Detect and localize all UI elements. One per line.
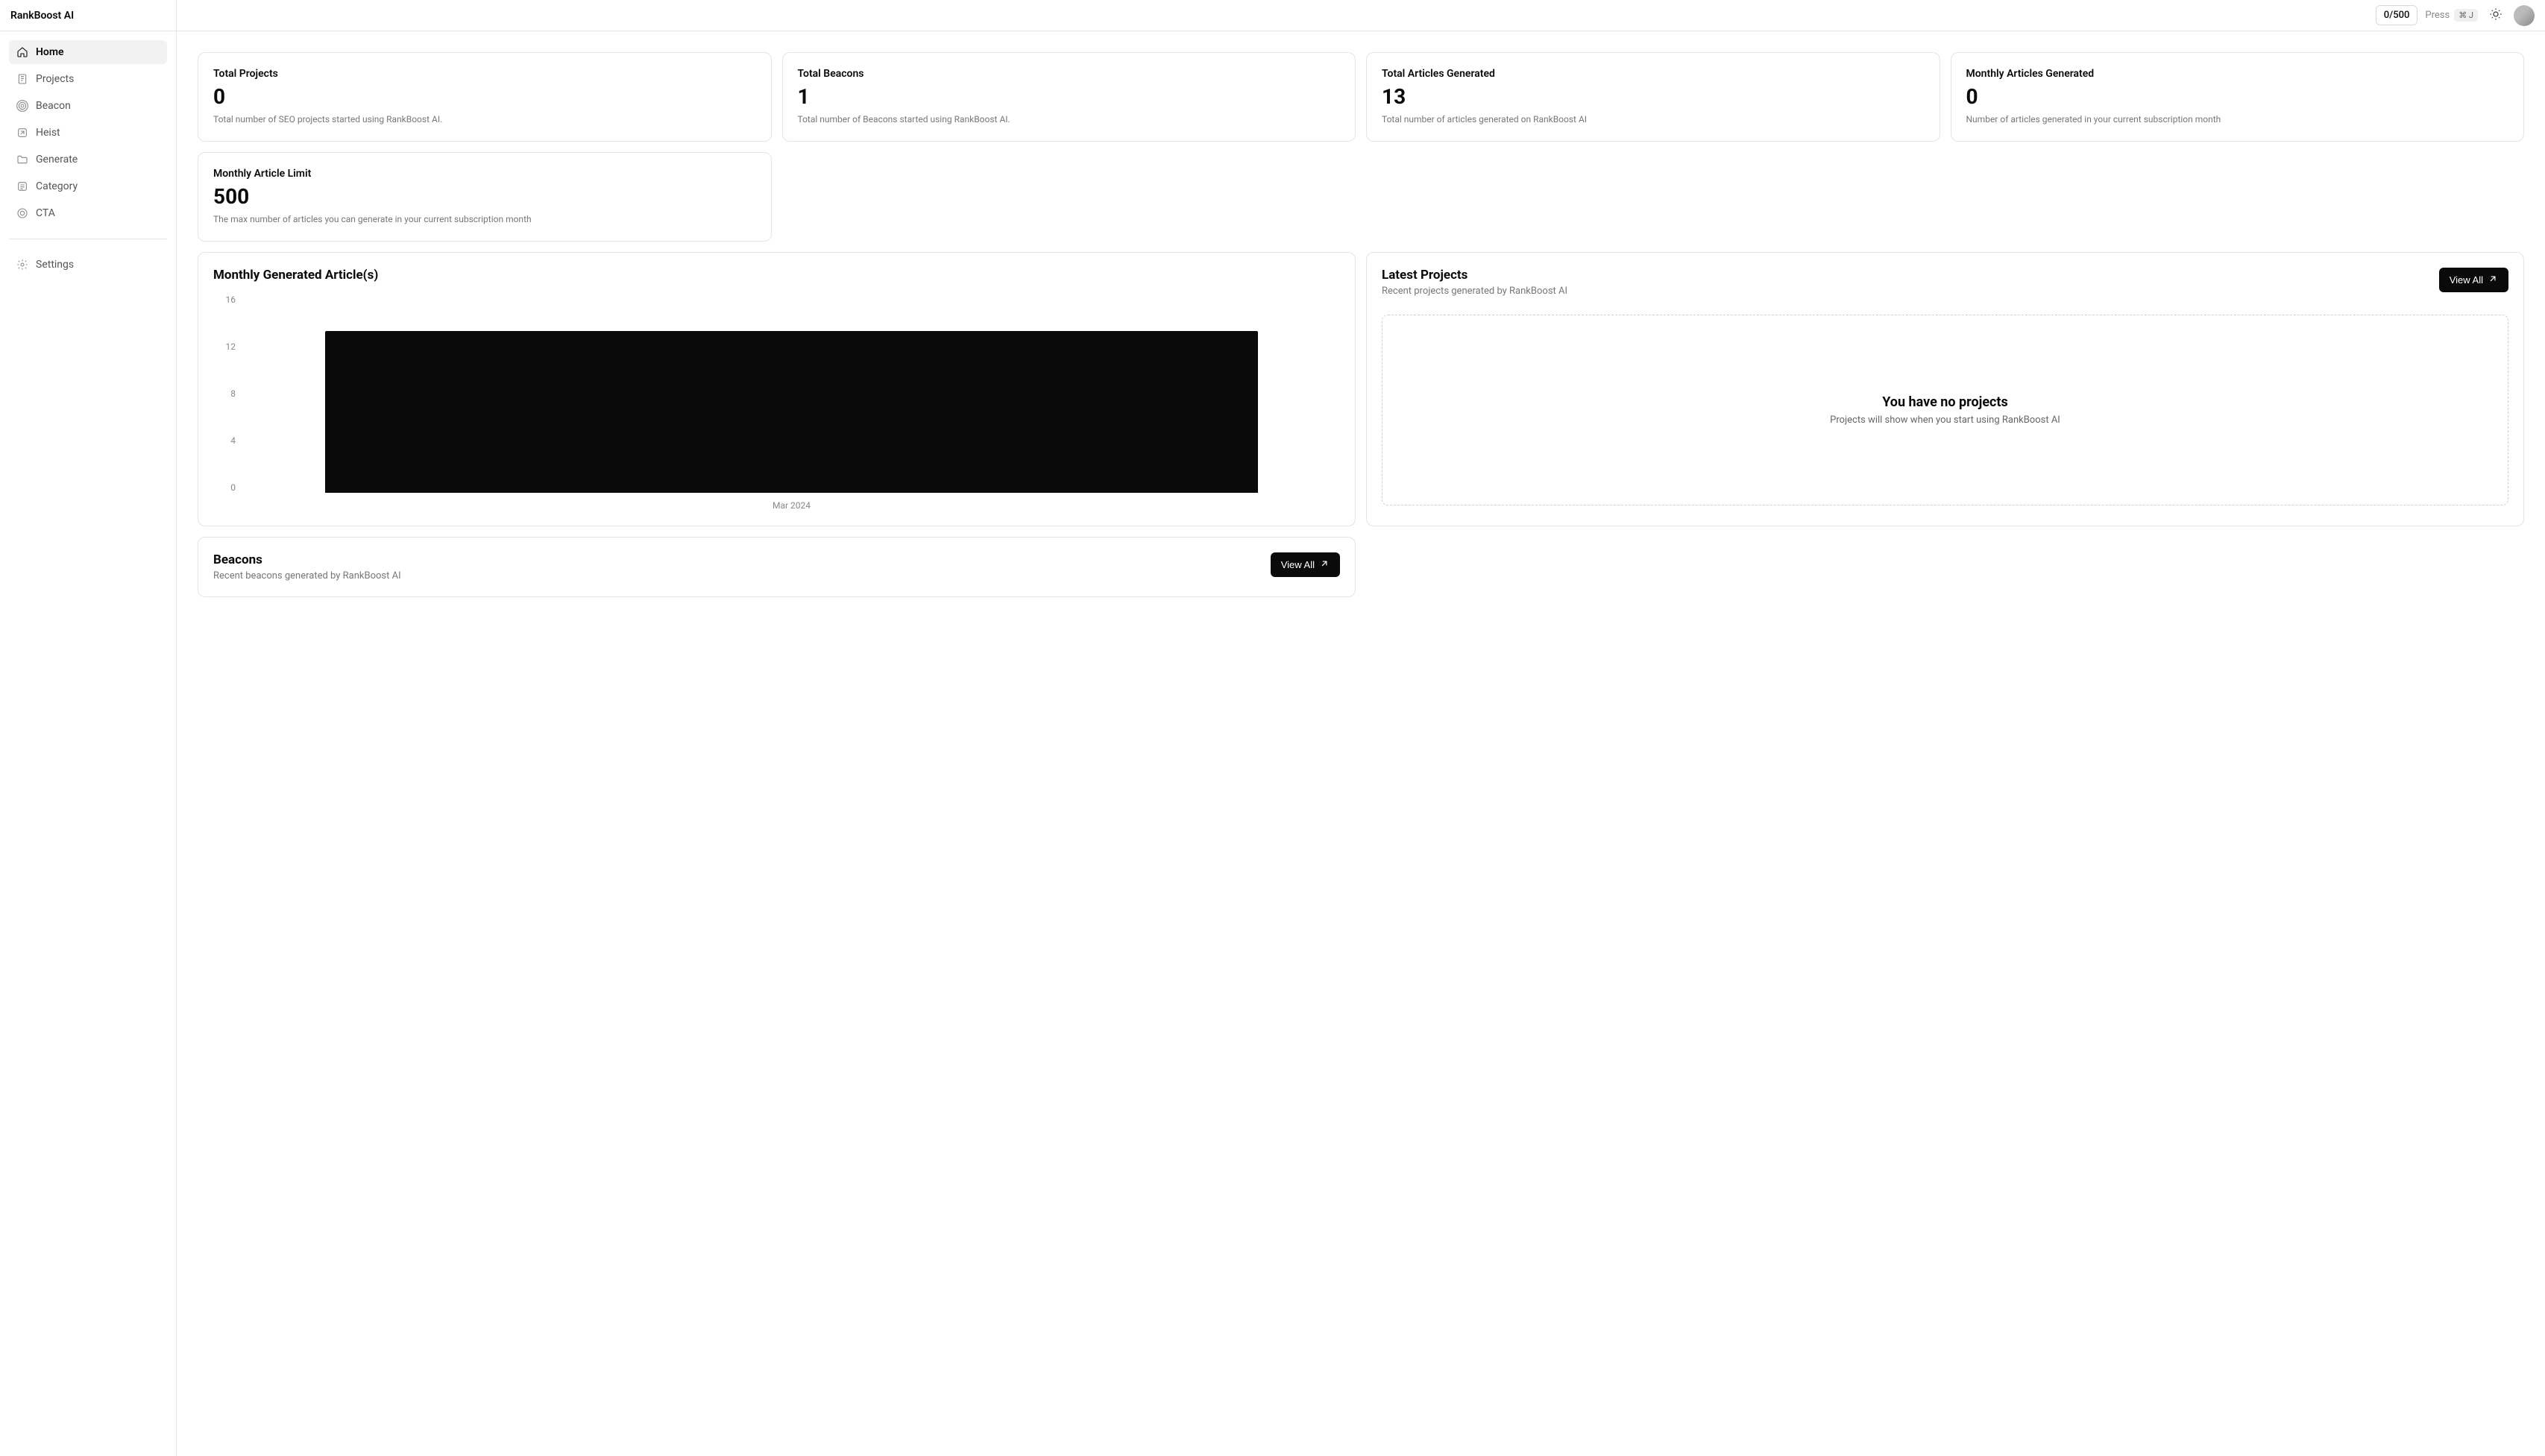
chart-xtick: Mar 2024 (773, 500, 811, 511)
view-all-beacons-button[interactable]: View All (1271, 552, 1340, 577)
category-icon (16, 180, 28, 192)
panel-header: Beacons Recent beacons generated by Rank… (213, 552, 1340, 582)
stat-desc: Total number of articles generated on Ra… (1382, 113, 1925, 126)
stat-value: 500 (213, 184, 756, 209)
settings-icon (16, 259, 28, 271)
chart-y-axis: 16 12 8 4 0 (213, 294, 236, 493)
stat-value: 0 (213, 84, 756, 109)
stat-value: 1 (798, 84, 1341, 109)
beacons-panel: Beacons Recent beacons generated by Rank… (198, 537, 1356, 597)
view-all-projects-button[interactable]: View All (2439, 268, 2508, 292)
avatar[interactable] (2514, 5, 2535, 26)
chart-panel: Monthly Generated Article(s) 16 12 8 4 0 (198, 252, 1356, 526)
main: 0/500 Press ⌘ J Total Projects 0 Total n… (177, 0, 2545, 1456)
chart-ytick: 8 (213, 388, 236, 399)
sidebar-item-label: Projects (36, 73, 74, 85)
heist-icon (16, 127, 28, 139)
latest-projects-subtitle: Recent projects generated by RankBoost A… (1382, 286, 1567, 297)
command-palette-hint[interactable]: Press ⌘ J (2425, 9, 2478, 22)
stat-card-total-articles: Total Articles Generated 13 Total number… (1366, 52, 1940, 142)
stat-value: 13 (1382, 84, 1925, 109)
beacons-subtitle: Recent beacons generated by RankBoost AI (213, 570, 401, 582)
stat-card-monthly-articles: Monthly Articles Generated 0 Number of a… (1951, 52, 2525, 142)
home-icon (16, 46, 28, 58)
sidebar-item-cta[interactable]: CTA (9, 201, 167, 225)
sidebar-item-label: Beacon (36, 100, 71, 112)
sidebar-item-home[interactable]: Home (9, 40, 167, 64)
app-title: RankBoost AI (0, 0, 176, 31)
sidebar-item-projects[interactable]: Projects (9, 67, 167, 91)
chart-bar (325, 331, 1257, 492)
beacon-icon (16, 100, 28, 112)
arrow-up-right-icon (1319, 558, 1330, 571)
button-label: View All (1281, 559, 1315, 570)
sidebar-item-beacon[interactable]: Beacon (9, 94, 167, 118)
stat-title: Total Projects (213, 68, 756, 80)
sidebar-item-label: Home (36, 46, 64, 58)
chart-bars (243, 294, 1340, 493)
arrow-up-right-icon (2488, 274, 2498, 286)
theme-toggle-button[interactable] (2485, 5, 2506, 26)
stat-desc: Total number of Beacons started using Ra… (798, 113, 1341, 126)
kbd-shortcut: ⌘ J (2454, 9, 2478, 22)
chart-ytick: 12 (213, 341, 236, 352)
stat-desc: Total number of SEO projects started usi… (213, 113, 756, 126)
sidebar-item-heist[interactable]: Heist (9, 121, 167, 145)
content: Total Projects 0 Total number of SEO pro… (177, 31, 2545, 618)
projects-icon (16, 73, 28, 85)
stat-card-total-beacons: Total Beacons 1 Total number of Beacons … (782, 52, 1356, 142)
chart-x-axis: Mar 2024 (243, 500, 1340, 511)
sidebar-item-label: Settings (36, 259, 74, 271)
stat-title: Monthly Articles Generated (1966, 68, 2509, 80)
generate-icon (16, 154, 28, 166)
sidebar-item-label: Heist (36, 127, 60, 139)
chart-panel-title: Monthly Generated Article(s) (213, 268, 1340, 283)
stat-title: Total Articles Generated (1382, 68, 1925, 80)
press-hint-label: Press (2425, 10, 2450, 21)
topbar: 0/500 Press ⌘ J (177, 0, 2545, 31)
latest-projects-panel: Latest Projects Recent projects generate… (1366, 252, 2524, 526)
sidebar-item-generate[interactable]: Generate (9, 148, 167, 171)
stat-card-total-projects: Total Projects 0 Total number of SEO pro… (198, 52, 772, 142)
sun-icon (2489, 7, 2502, 24)
stat-title: Monthly Article Limit (213, 168, 756, 180)
cta-icon (16, 207, 28, 219)
stats-row-2: Monthly Article Limit 500 The max number… (198, 152, 2524, 242)
empty-projects-state: You have no projects Projects will show … (1382, 315, 2508, 505)
chart-ytick: 4 (213, 435, 236, 446)
sidebar-item-settings[interactable]: Settings (9, 253, 167, 277)
sidebar: RankBoost AI Home Projects Beacon (0, 0, 177, 1456)
button-label: View All (2450, 274, 2483, 286)
stat-value: 0 (1966, 84, 2509, 109)
stat-title: Total Beacons (798, 68, 1341, 80)
panels-row: Monthly Generated Article(s) 16 12 8 4 0 (198, 252, 2524, 526)
panel-header: Latest Projects Recent projects generate… (1382, 268, 2508, 297)
panels-row-2: Beacons Recent beacons generated by Rank… (198, 537, 2524, 597)
beacons-title: Beacons (213, 552, 401, 567)
bar-chart: 16 12 8 4 0 Mar 2024 (213, 294, 1340, 511)
sidebar-item-label: CTA (36, 207, 55, 219)
sidebar-item-label: Category (36, 180, 78, 192)
stat-desc: The max number of articles you can gener… (213, 213, 756, 226)
chart-ytick: 0 (213, 482, 236, 493)
chart-ytick: 16 (213, 294, 236, 305)
stats-grid: Total Projects 0 Total number of SEO pro… (198, 52, 2524, 142)
usage-badge[interactable]: 0/500 (2376, 5, 2418, 25)
sidebar-nav: Home Projects Beacon Heist (0, 31, 176, 234)
stat-card-monthly-limit: Monthly Article Limit 500 The max number… (198, 152, 772, 242)
stat-desc: Number of articles generated in your cur… (1966, 113, 2509, 126)
sidebar-nav-secondary: Settings (0, 244, 176, 286)
sidebar-item-category[interactable]: Category (9, 174, 167, 198)
empty-projects-desc: Projects will show when you start using … (1830, 415, 2060, 426)
empty-projects-title: You have no projects (1882, 394, 2008, 410)
sidebar-item-label: Generate (36, 154, 78, 166)
latest-projects-title: Latest Projects (1382, 268, 1567, 283)
